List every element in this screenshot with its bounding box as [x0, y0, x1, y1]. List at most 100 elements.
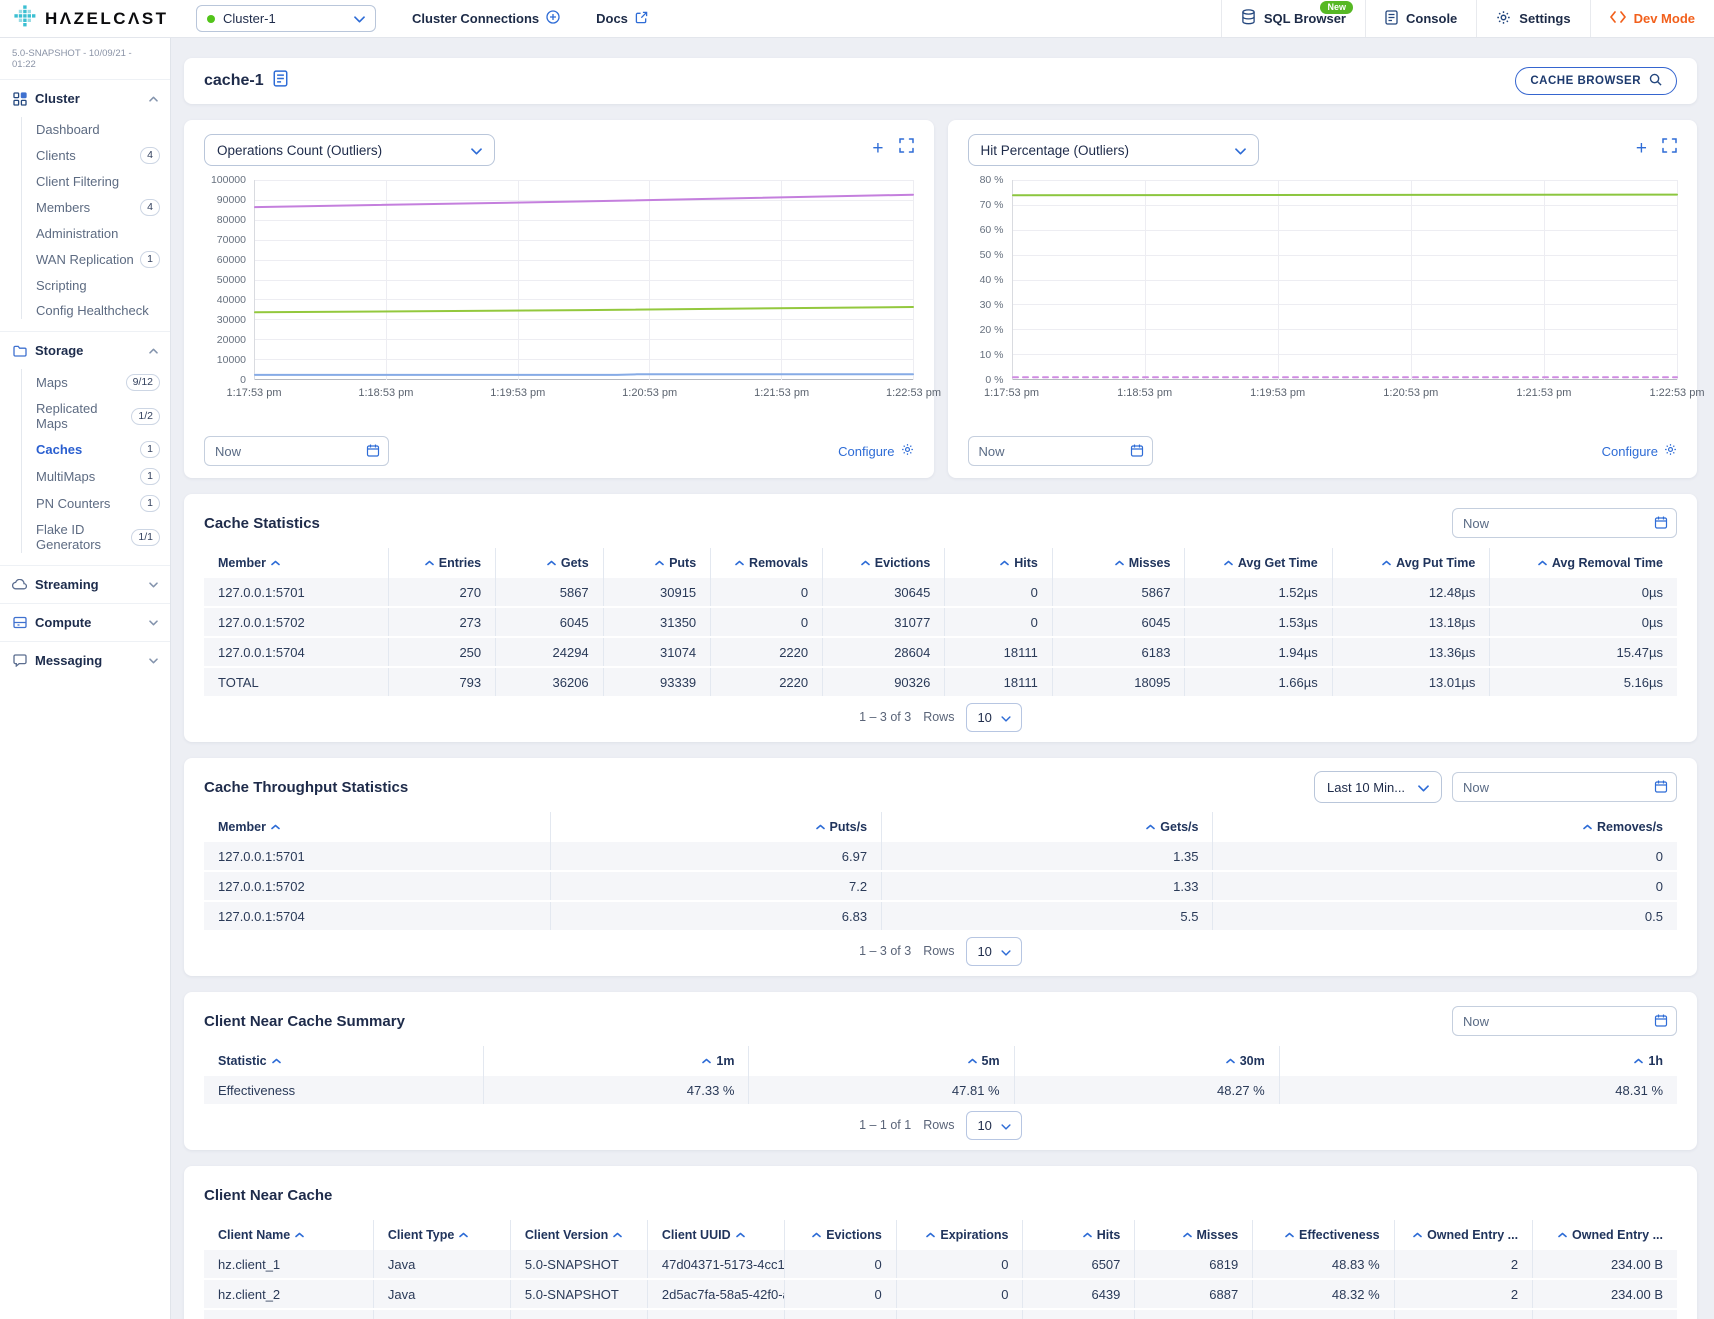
column-header-puts-s[interactable]: Puts/s — [550, 812, 881, 842]
cache-browser-button[interactable]: CACHE BROWSER — [1515, 67, 1677, 95]
column-header-1h[interactable]: 1h — [1279, 1046, 1677, 1076]
column-header-gets-s[interactable]: Gets/s — [882, 812, 1213, 842]
x-tick-label: 1:18:53 pm — [358, 387, 413, 399]
column-header-evictions[interactable]: Evictions — [784, 1220, 896, 1250]
rows-label: Rows — [923, 1118, 954, 1132]
column-header-expirations[interactable]: Expirations — [896, 1220, 1023, 1250]
cell: 0 — [896, 1250, 1023, 1279]
time-travel-input[interactable]: Now — [1452, 508, 1677, 538]
sidebar-item-maps[interactable]: Maps9/12 — [0, 369, 170, 396]
table-row: 127.0.0.1:57016.971.350 — [204, 842, 1677, 871]
chart-metric-select[interactable]: Hit Percentage (Outliers) — [968, 134, 1259, 166]
column-header-avg-removal-time[interactable]: Avg Removal Time — [1490, 548, 1677, 578]
gear-icon — [1496, 10, 1511, 28]
page-size-select[interactable]: 10 — [966, 937, 1021, 966]
sidebar-section-cluster[interactable]: Cluster — [0, 80, 170, 117]
sidebar-section-compute[interactable]: Compute — [0, 603, 170, 641]
docs-link[interactable]: Docs — [596, 11, 648, 27]
sidebar-item-caches[interactable]: Caches1 — [0, 436, 170, 463]
cell: 93339 — [603, 667, 711, 697]
column-header-client-uuid[interactable]: Client UUID — [647, 1220, 784, 1250]
column-header-misses[interactable]: Misses — [1135, 1220, 1253, 1250]
cluster-select[interactable]: Cluster-1 — [196, 5, 376, 32]
column-header-member[interactable]: Member — [204, 548, 388, 578]
cell: 7.2 — [550, 871, 881, 901]
sidebar-item-administration[interactable]: Administration — [0, 221, 170, 246]
column-header-1m[interactable]: 1m — [484, 1046, 749, 1076]
calendar-icon — [1654, 779, 1668, 797]
column-header-puts[interactable]: Puts — [603, 548, 711, 578]
cluster-connections-link[interactable]: Cluster Connections — [412, 10, 560, 27]
copy-icon[interactable] — [273, 70, 288, 92]
cell: 6887 — [1135, 1279, 1253, 1309]
cell: 18111 — [945, 667, 1053, 697]
column-header-removes-s[interactable]: Removes/s — [1213, 812, 1677, 842]
sidebar-section-messaging[interactable]: Messaging — [0, 641, 170, 679]
column-header-30m[interactable]: 30m — [1014, 1046, 1279, 1076]
column-header-hits[interactable]: Hits — [1023, 1220, 1135, 1250]
add-widget-icon[interactable]: + — [872, 141, 883, 156]
column-header-effectiveness[interactable]: Effectiveness — [1253, 1220, 1394, 1250]
column-header-misses[interactable]: Misses — [1052, 548, 1185, 578]
column-header-owned-entry[interactable]: Owned Entry ... — [1533, 1220, 1677, 1250]
settings-button[interactable]: Settings — [1476, 0, 1589, 37]
column-header-avg-put-time[interactable]: Avg Put Time — [1332, 548, 1490, 578]
dev-mode-button[interactable]: Dev Mode — [1590, 0, 1714, 37]
messaging-icon — [12, 654, 27, 667]
sidebar-item-flake-id-generators[interactable]: Flake ID Generators1/1 — [0, 517, 170, 557]
column-header-client-version[interactable]: Client Version — [510, 1220, 647, 1250]
sidebar-item-replicated-maps[interactable]: Replicated Maps1/2 — [0, 396, 170, 436]
sidebar-item-members[interactable]: Members4 — [0, 194, 170, 221]
fullscreen-icon[interactable] — [1662, 138, 1677, 158]
sidebar-section-streaming[interactable]: Streaming — [0, 565, 170, 603]
cell: 48.83 % — [1253, 1250, 1394, 1279]
configure-link[interactable]: Configure — [1602, 443, 1677, 459]
column-header-client-type[interactable]: Client Type — [373, 1220, 510, 1250]
sidebar-item-client-filtering[interactable]: Client Filtering — [0, 169, 170, 194]
chart-plot — [1012, 180, 1678, 380]
sql-browser-button[interactable]: New SQL Browser — [1221, 0, 1365, 37]
sidebar-section-storage[interactable]: Storage — [0, 331, 170, 369]
time-travel-input[interactable]: Now — [968, 436, 1153, 466]
add-widget-icon[interactable]: + — [1636, 141, 1647, 156]
sidebar-item-wan-replication[interactable]: WAN Replication1 — [0, 246, 170, 273]
cache-statistics-card: Cache Statistics Now MemberEntriesGetsPu… — [184, 494, 1697, 742]
sidebar-item-pn-counters[interactable]: PN Counters1 — [0, 490, 170, 517]
column-header-removals[interactable]: Removals — [711, 548, 823, 578]
sidebar-item-config-healthcheck[interactable]: Config Healthcheck — [0, 298, 170, 323]
column-header-entries[interactable]: Entries — [388, 548, 496, 578]
column-header-owned-entry[interactable]: Owned Entry ... — [1394, 1220, 1532, 1250]
hazelcast-logo-icon — [14, 5, 36, 32]
console-button[interactable]: Console — [1365, 0, 1476, 37]
column-header-hits[interactable]: Hits — [945, 548, 1053, 578]
sidebar-item-clients[interactable]: Clients4 — [0, 142, 170, 169]
sidebar-item-multimaps[interactable]: MultiMaps1 — [0, 463, 170, 490]
configure-link[interactable]: Configure — [838, 443, 913, 459]
sidebar-item-scripting[interactable]: Scripting — [0, 273, 170, 298]
cell: 6819 — [1135, 1250, 1253, 1279]
column-header-member[interactable]: Member — [204, 812, 550, 842]
cell: 12.48µs — [1332, 578, 1490, 607]
count-badge: 4 — [140, 147, 160, 164]
time-travel-input[interactable]: Now — [204, 436, 389, 466]
column-header-evictions[interactable]: Evictions — [823, 548, 945, 578]
column-header-gets[interactable]: Gets — [496, 548, 604, 578]
time-travel-input[interactable]: Now — [1452, 1006, 1677, 1036]
cell: 793 — [388, 667, 496, 697]
cell: hz.client_1 — [204, 1250, 373, 1279]
top-navbar: HΛZELCΛST Cluster-1 Cluster Connections … — [0, 0, 1714, 38]
column-header-avg-get-time[interactable]: Avg Get Time — [1185, 548, 1332, 578]
time-travel-input[interactable]: Now — [1452, 772, 1677, 802]
page-size-select[interactable]: 10 — [966, 703, 1021, 732]
page-size-select[interactable]: 10 — [966, 1111, 1021, 1140]
column-header-statistic[interactable]: Statistic — [204, 1046, 484, 1076]
card-title: Cache Throughput Statistics — [204, 779, 408, 796]
sidebar-item-dashboard[interactable]: Dashboard — [0, 117, 170, 142]
hazelcast-logo[interactable]: HΛZELCΛST — [0, 5, 178, 32]
time-range-select[interactable]: Last 10 Min... — [1314, 771, 1442, 803]
column-header-client-name[interactable]: Client Name — [204, 1220, 373, 1250]
hit-percentage-panel: Hit Percentage (Outliers) + 80 %70 %60 %… — [948, 120, 1698, 478]
chart-metric-select[interactable]: Operations Count (Outliers) — [204, 134, 495, 166]
column-header-5m[interactable]: 5m — [749, 1046, 1014, 1076]
fullscreen-icon[interactable] — [899, 138, 914, 158]
